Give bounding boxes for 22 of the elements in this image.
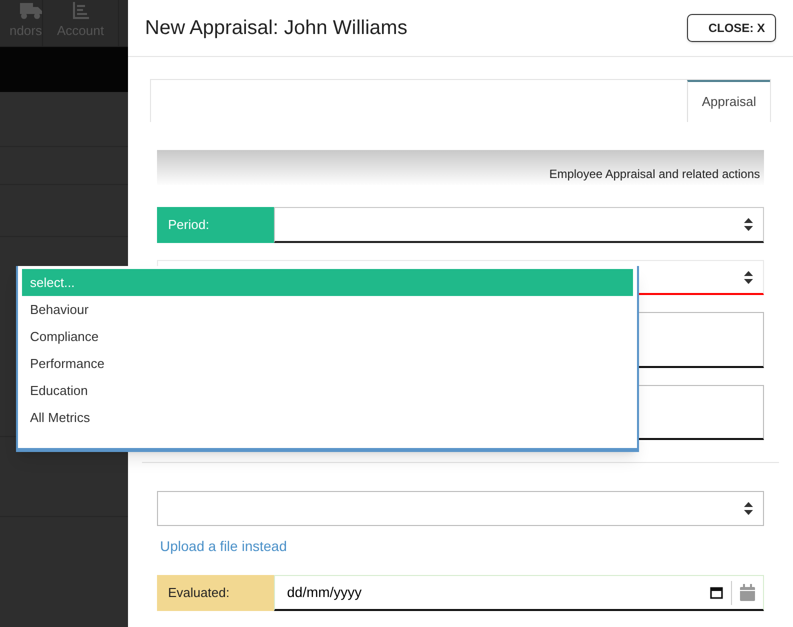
truck-icon (20, 2, 42, 18)
close-button[interactable]: CLOSE: X (687, 14, 776, 42)
banner-text: Employee Appraisal and related actions (549, 166, 760, 183)
date-field[interactable]: dd/mm/yyyy (274, 575, 764, 611)
date-placeholder: dd/mm/yyyy (287, 583, 363, 602)
dropdown-option[interactable]: Education (22, 377, 633, 404)
period-select[interactable] (274, 207, 764, 243)
calendar-icon (740, 584, 755, 601)
field-label: Evaluated: (157, 575, 274, 611)
tab[interactable]: Appraisal (687, 80, 770, 122)
dropdown-option[interactable]: All Metrics (22, 404, 633, 431)
sort-arrows-icon (744, 270, 753, 284)
list-icon (72, 2, 88, 18)
modal-title: New Appraisal: John Williams (145, 16, 408, 41)
calendar-icon (710, 586, 723, 599)
sort-arrows-icon (744, 218, 753, 231)
field-label: Period: (157, 207, 274, 243)
dropdown-option[interactable]: Behaviour (22, 296, 633, 323)
dropdown-option[interactable]: Performance (22, 350, 633, 377)
dropdown-option[interactable]: Compliance (22, 323, 633, 350)
sort-arrows-icon (744, 502, 753, 515)
select-field[interactable] (157, 491, 764, 526)
